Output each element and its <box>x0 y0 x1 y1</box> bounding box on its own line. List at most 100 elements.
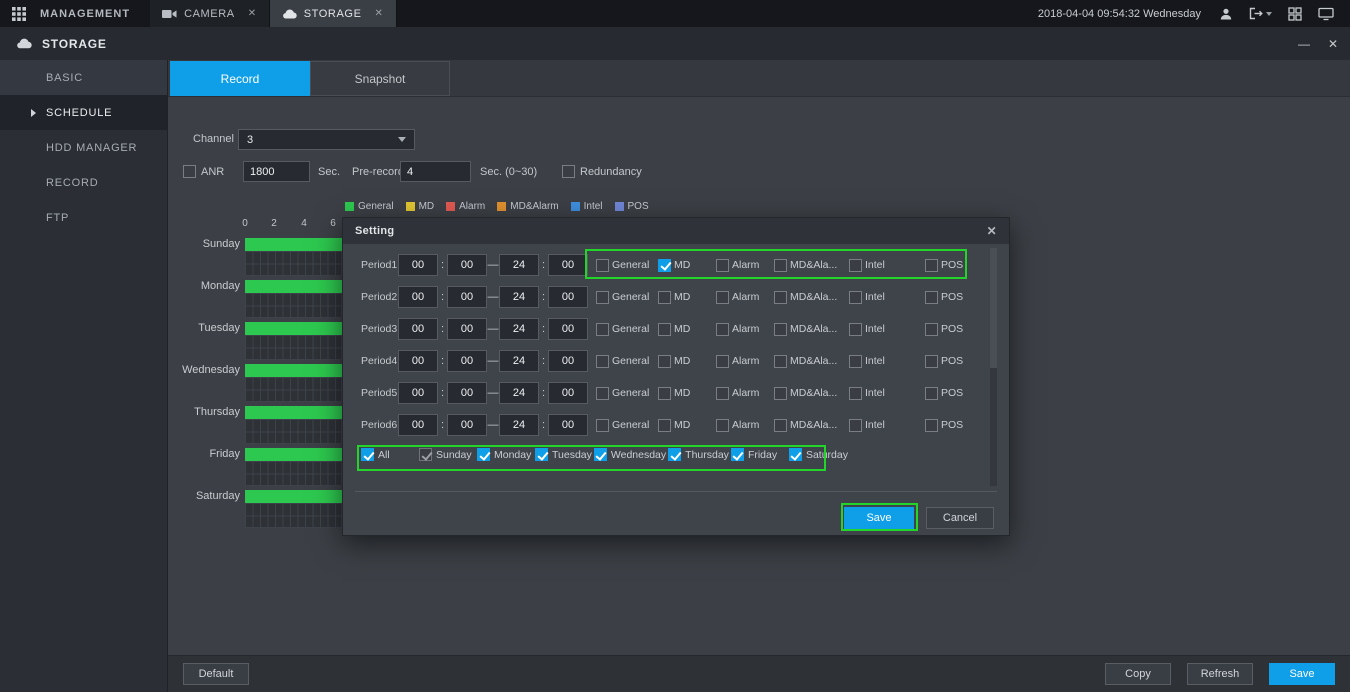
alarm-checkbox[interactable]: Alarm <box>716 387 774 400</box>
general-checkbox[interactable]: General <box>596 291 658 304</box>
display-icon[interactable] <box>1318 7 1334 21</box>
sidebar-item-record[interactable]: RECORD <box>0 165 167 200</box>
md-alarm-checkbox[interactable]: MD&Ala... <box>774 387 849 400</box>
period-start-minute-input[interactable] <box>447 414 487 436</box>
period-start-minute-input[interactable] <box>447 254 487 276</box>
default-button[interactable]: Default <box>183 663 249 685</box>
schedule-track[interactable] <box>245 448 342 486</box>
general-checkbox[interactable]: General <box>596 323 658 336</box>
general-checkbox[interactable]: General <box>596 259 658 272</box>
channel-select[interactable]: 3 <box>238 129 415 150</box>
period-start-hour-input[interactable] <box>398 350 438 372</box>
weekday-checkbox[interactable]: Wednesday <box>594 448 666 461</box>
period-start-hour-input[interactable] <box>398 414 438 436</box>
general-checkbox[interactable]: General <box>596 387 658 400</box>
md-checkbox[interactable]: MD <box>658 387 716 400</box>
pos-checkbox[interactable]: POS <box>925 323 970 336</box>
schedule-track[interactable] <box>245 322 342 360</box>
tab-record[interactable]: Record <box>170 61 310 96</box>
weekday-checkbox[interactable]: Monday <box>477 448 533 461</box>
pos-checkbox[interactable]: POS <box>925 259 970 272</box>
close-icon[interactable]: ✕ <box>1328 38 1338 50</box>
schedule-track[interactable] <box>245 406 342 444</box>
period-end-hour-input[interactable] <box>499 286 539 308</box>
md-checkbox[interactable]: MD <box>658 291 716 304</box>
weekday-checkbox[interactable]: All <box>361 448 417 461</box>
intel-checkbox[interactable]: Intel <box>849 387 925 400</box>
alarm-checkbox[interactable]: Alarm <box>716 323 774 336</box>
weekday-checkbox[interactable]: Tuesday <box>535 448 592 461</box>
sidebar-item-hdd-manager[interactable]: HDD MANAGER <box>0 130 167 165</box>
sidebar-item-basic[interactable]: BASIC <box>0 60 167 95</box>
period-end-minute-input[interactable] <box>548 414 588 436</box>
top-tab-camera[interactable]: CAMERA ✕ <box>150 0 270 27</box>
period-start-hour-input[interactable] <box>398 382 438 404</box>
period-end-minute-input[interactable] <box>548 318 588 340</box>
refresh-button[interactable]: Refresh <box>1187 663 1253 685</box>
top-tab-storage[interactable]: STORAGE ✕ <box>270 0 397 27</box>
period-end-minute-input[interactable] <box>548 254 588 276</box>
apps-grid-icon[interactable] <box>0 0 32 27</box>
dialog-cancel-button[interactable]: Cancel <box>926 507 994 529</box>
dialog-save-button[interactable]: Save <box>844 507 914 529</box>
period-end-minute-input[interactable] <box>548 286 588 308</box>
copy-button[interactable]: Copy <box>1105 663 1171 685</box>
md-alarm-checkbox[interactable]: MD&Ala... <box>774 259 849 272</box>
redundancy-checkbox[interactable] <box>562 165 575 178</box>
schedule-track[interactable] <box>245 280 342 318</box>
period-start-minute-input[interactable] <box>447 318 487 340</box>
period-start-hour-input[interactable] <box>398 286 438 308</box>
alarm-checkbox[interactable]: Alarm <box>716 419 774 432</box>
pos-checkbox[interactable]: POS <box>925 355 970 368</box>
intel-checkbox[interactable]: Intel <box>849 355 925 368</box>
period-end-hour-input[interactable] <box>499 318 539 340</box>
minimize-icon[interactable]: — <box>1298 38 1310 50</box>
tab-snapshot[interactable]: Snapshot <box>310 61 450 96</box>
close-icon[interactable]: ✕ <box>987 224 997 238</box>
period-start-hour-input[interactable] <box>398 254 438 276</box>
general-checkbox[interactable]: General <box>596 419 658 432</box>
period-end-hour-input[interactable] <box>499 254 539 276</box>
close-icon[interactable]: ✕ <box>375 8 384 19</box>
intel-checkbox[interactable]: Intel <box>849 419 925 432</box>
md-alarm-checkbox[interactable]: MD&Ala... <box>774 291 849 304</box>
management-label[interactable]: MANAGEMENT <box>40 0 130 27</box>
weekday-checkbox[interactable]: Thursday <box>668 448 729 461</box>
anr-checkbox[interactable] <box>183 165 196 178</box>
md-checkbox[interactable]: MD <box>658 419 716 432</box>
period-end-minute-input[interactable] <box>548 382 588 404</box>
alarm-checkbox[interactable]: Alarm <box>716 355 774 368</box>
period-end-hour-input[interactable] <box>499 382 539 404</box>
sidebar-item-ftp[interactable]: FTP <box>0 200 167 235</box>
general-checkbox[interactable]: General <box>596 355 658 368</box>
intel-checkbox[interactable]: Intel <box>849 291 925 304</box>
period-end-hour-input[interactable] <box>499 414 539 436</box>
anr-input[interactable] <box>243 161 310 182</box>
period-start-minute-input[interactable] <box>447 382 487 404</box>
schedule-track[interactable] <box>245 490 342 528</box>
period-end-hour-input[interactable] <box>499 350 539 372</box>
period-start-minute-input[interactable] <box>447 350 487 372</box>
pos-checkbox[interactable]: POS <box>925 291 970 304</box>
pos-checkbox[interactable]: POS <box>925 387 970 400</box>
period-end-minute-input[interactable] <box>548 350 588 372</box>
schedule-track[interactable] <box>245 364 342 402</box>
md-checkbox[interactable]: MD <box>658 355 716 368</box>
schedule-track[interactable] <box>245 238 342 276</box>
prerecord-input[interactable] <box>400 161 471 182</box>
save-button[interactable]: Save <box>1269 663 1335 685</box>
intel-checkbox[interactable]: Intel <box>849 323 925 336</box>
intel-checkbox[interactable]: Intel <box>849 259 925 272</box>
alarm-checkbox[interactable]: Alarm <box>716 259 774 272</box>
weekday-checkbox[interactable]: Friday <box>731 448 787 461</box>
md-alarm-checkbox[interactable]: MD&Ala... <box>774 323 849 336</box>
period-start-minute-input[interactable] <box>447 286 487 308</box>
md-checkbox[interactable]: MD <box>658 259 716 272</box>
dialog-scrollbar[interactable] <box>990 248 997 486</box>
sidebar-item-schedule[interactable]: SCHEDULE <box>0 95 167 130</box>
weekday-checkbox[interactable]: Sunday <box>419 448 475 461</box>
md-alarm-checkbox[interactable]: MD&Ala... <box>774 419 849 432</box>
period-start-hour-input[interactable] <box>398 318 438 340</box>
scrollbar-thumb[interactable] <box>990 248 997 368</box>
screens-icon[interactable] <box>1288 7 1302 21</box>
